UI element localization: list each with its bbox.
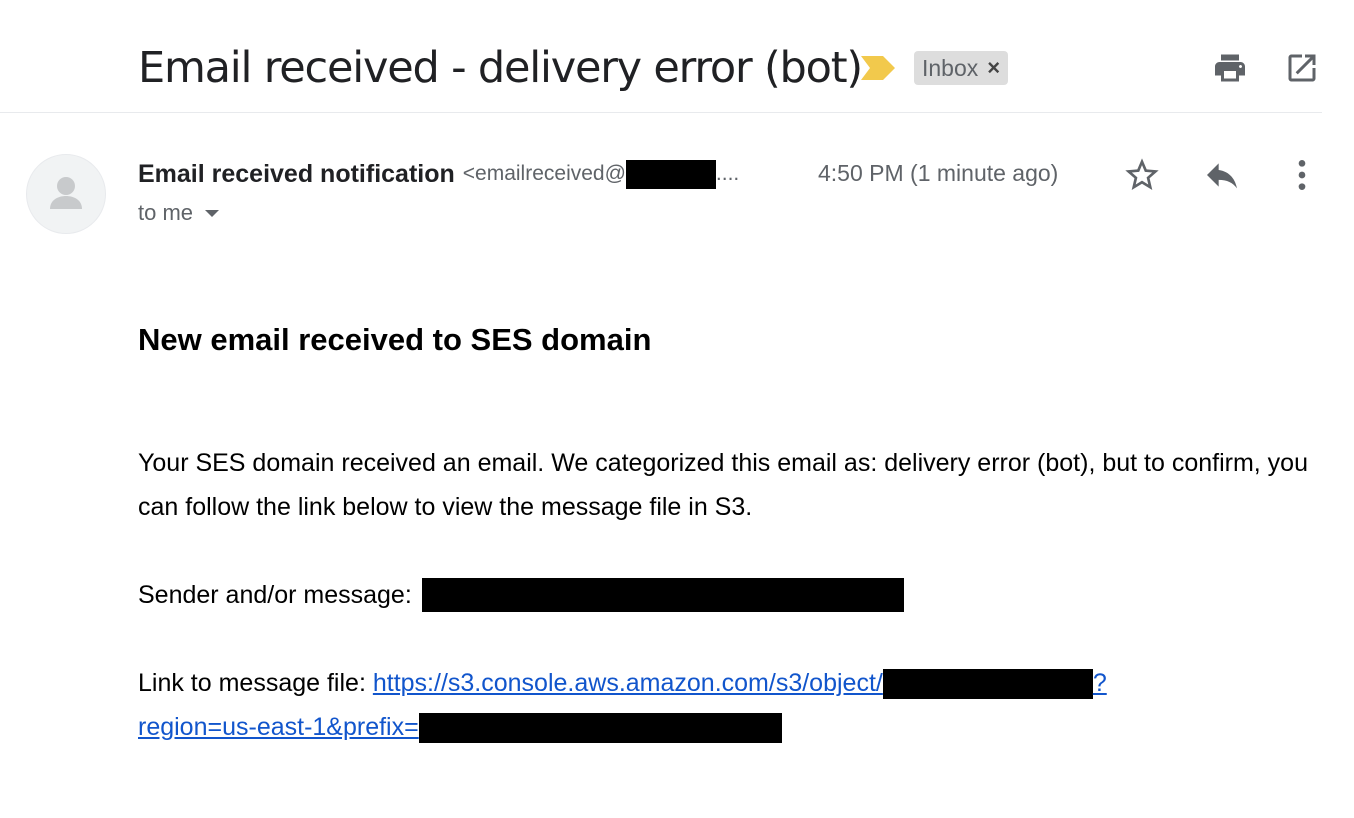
sender-info-label: Sender and/or message:	[138, 581, 412, 609]
email-header: Email received - delivery error (bot) In…	[0, 0, 1322, 113]
sender-email: <emailreceived@ ....	[462, 159, 740, 189]
link-text-part-2: ?	[1092, 669, 1107, 697]
message-link-label: Link to message file:	[138, 669, 366, 697]
open-in-new-window-icon	[1288, 54, 1316, 82]
email-subject: Email received - delivery error (bot)	[138, 43, 863, 93]
message-heading: New email received to SES domain	[138, 322, 652, 357]
sender-email-prefix: <emailreceived@	[462, 162, 626, 185]
email-timestamp: 4:50 PM (1 minute ago)	[818, 160, 1059, 186]
print-button[interactable]	[1212, 50, 1248, 86]
message-link-row: Link to message file: https://s3.console…	[138, 661, 1318, 749]
print-icon	[1215, 54, 1245, 82]
recipient-text: to me	[138, 200, 194, 225]
sender-info-row: Sender and/or message:	[138, 573, 904, 617]
label-chip-text: Inbox	[922, 54, 979, 81]
link-text-part-1: https://s3.console.aws.amazon.com/s3/obj…	[372, 669, 883, 697]
sender-line: Email received notification <emailreceiv…	[138, 158, 739, 190]
message-paragraph: Your SES domain received an email. We ca…	[138, 449, 1308, 521]
sender-avatar	[26, 154, 106, 234]
sender-email-ellipsis: ....	[715, 162, 740, 185]
recipient-details-toggle[interactable]: to me	[138, 200, 220, 226]
remove-label-button[interactable]: ×	[987, 55, 1000, 81]
redacted-sender-domain	[625, 159, 716, 189]
label-chip-inbox: Inbox ×	[914, 51, 1009, 85]
star-button[interactable]	[1122, 155, 1162, 195]
redacted-link-object	[882, 669, 1093, 700]
chevron-down-icon	[205, 209, 220, 217]
person-avatar-icon	[50, 177, 82, 209]
sender-name[interactable]: Email received notification	[138, 160, 455, 189]
reply-icon	[1207, 163, 1237, 189]
redacted-link-prefix	[418, 713, 782, 744]
link-text-part-3: region=us-east-1&prefix=	[138, 713, 419, 741]
star-icon	[1125, 158, 1159, 190]
redacted-sender-message	[421, 578, 904, 612]
more-options-button[interactable]	[1282, 155, 1322, 195]
reply-button[interactable]	[1202, 155, 1242, 195]
more-vertical-icon	[1298, 160, 1306, 190]
open-in-new-window-button[interactable]	[1284, 50, 1320, 86]
importance-marker-icon[interactable]	[861, 56, 895, 80]
